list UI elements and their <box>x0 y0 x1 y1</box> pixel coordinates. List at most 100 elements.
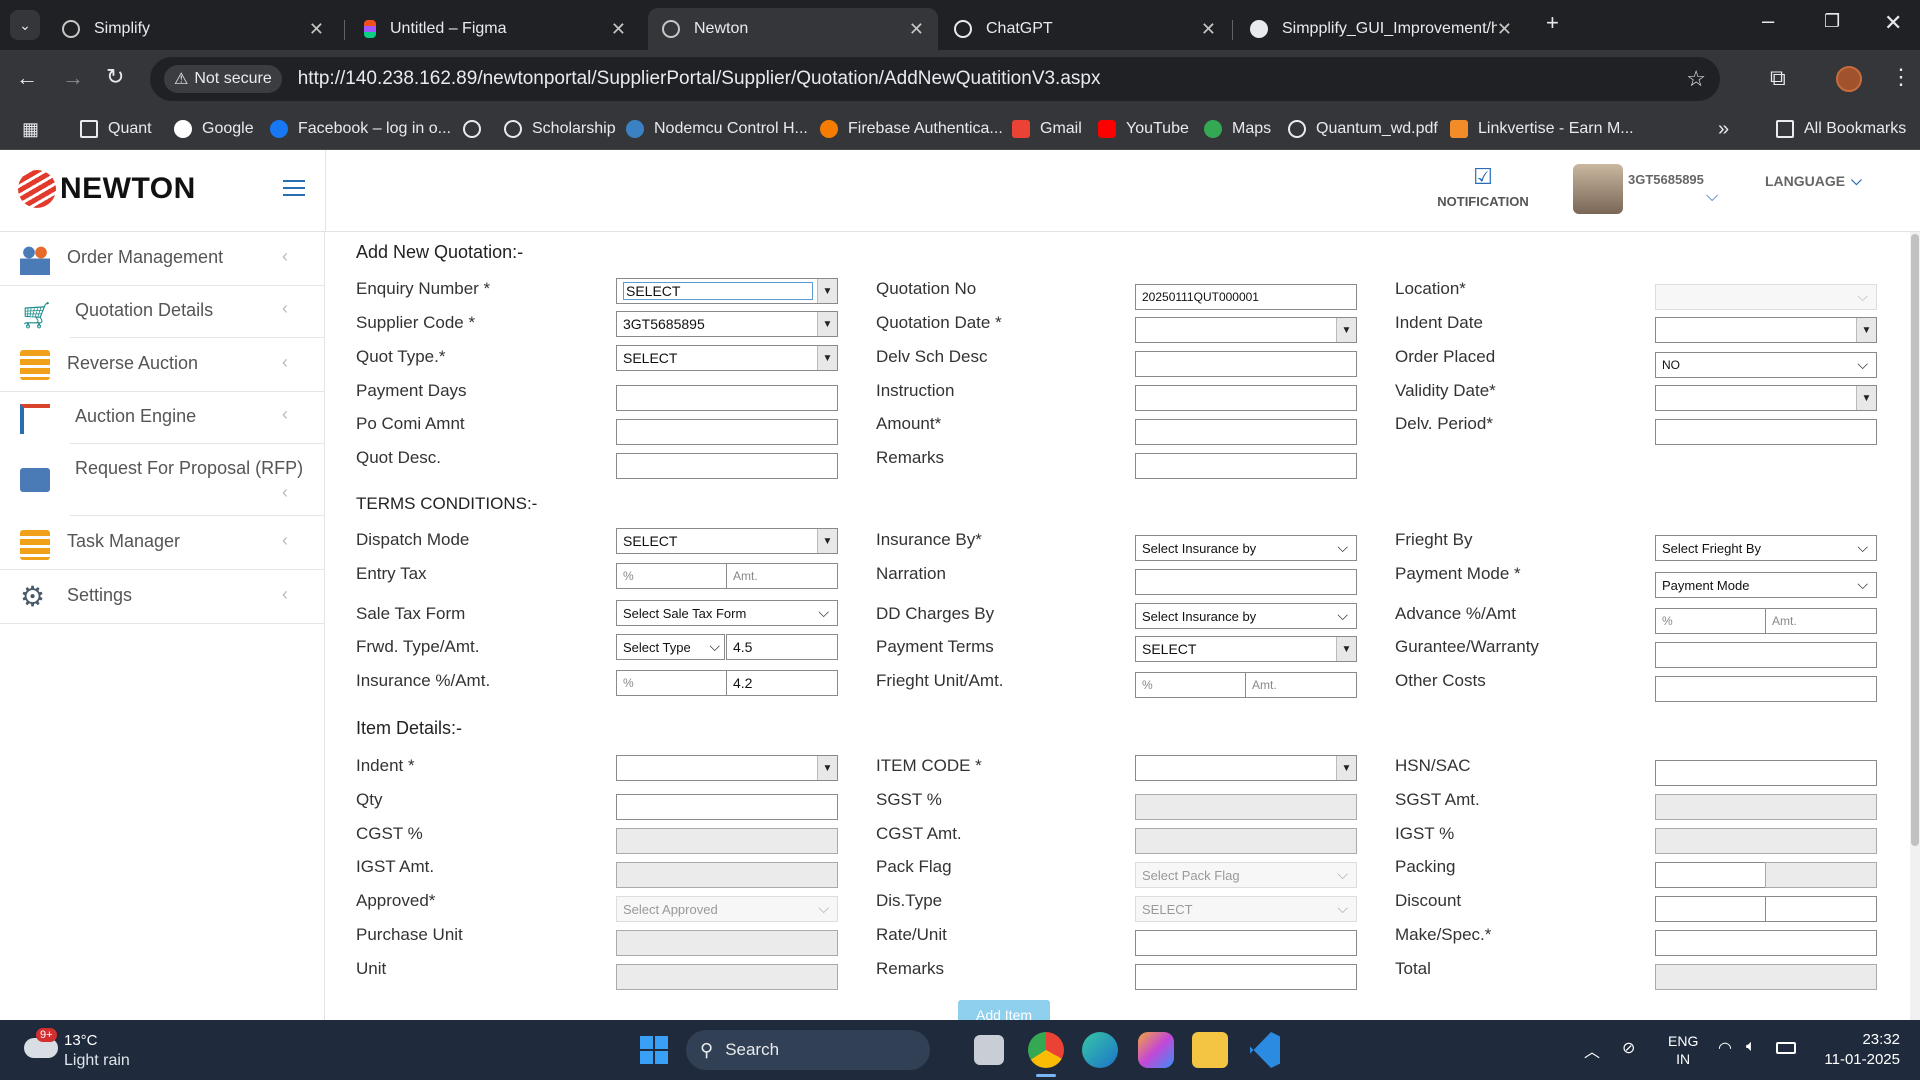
bookmark-firebase[interactable]: Firebase Authentica... <box>820 117 1003 141</box>
chrome-taskbar-icon[interactable] <box>1028 1032 1064 1068</box>
insurance-amt-field[interactable]: 4.2 <box>726 670 838 696</box>
battery-icon[interactable] <box>1776 1042 1796 1054</box>
language-dropdown[interactable]: LANGUAGE ⌵ <box>1765 172 1862 189</box>
bookmark-scholarship[interactable]: Scholarship <box>504 117 616 141</box>
total-field[interactable] <box>1655 964 1877 990</box>
tray-chevron-icon[interactable]: ︿ <box>1584 1038 1600 1062</box>
user-avatar[interactable] <box>1573 164 1623 214</box>
other-costs-field[interactable] <box>1655 676 1877 702</box>
unit-field[interactable] <box>616 964 838 990</box>
indent-date-picker[interactable]: ▼ <box>1655 317 1877 343</box>
qty-field[interactable] <box>616 794 838 820</box>
reload-icon[interactable]: ↻ <box>106 66 124 88</box>
bookmark-quant[interactable]: Quant <box>80 117 152 141</box>
tab-newton[interactable]: Newton ✕ <box>648 8 938 50</box>
bookmark-youtube[interactable]: YouTube <box>1098 117 1189 141</box>
bookmark-linkvertise[interactable]: Linkvertise - Earn M... <box>1450 117 1634 141</box>
clock[interactable]: 23:32 11-01-2025 <box>1810 1030 1900 1070</box>
frwd-amt-field[interactable]: 4.5 <box>726 634 838 660</box>
bookmark-gmail[interactable]: Gmail <box>1012 117 1082 141</box>
remarks-field[interactable] <box>1135 453 1357 479</box>
supplier-code-select[interactable]: 3GT5685895 ▼ <box>616 311 838 337</box>
narration-field[interactable] <box>1135 569 1357 595</box>
po-comi-amnt-field[interactable] <box>616 419 838 445</box>
sidebar-item-auction-engine[interactable]: Auction Engine ‹ <box>0 392 325 444</box>
igst-amt-field[interactable] <box>616 862 838 888</box>
insurance-by-select[interactable]: Select Insurance by ⌵ <box>1135 535 1357 561</box>
approved-select[interactable]: Select Approved ⌵ <box>616 896 838 922</box>
close-icon[interactable]: ✕ <box>309 19 324 40</box>
taskbar-search[interactable]: ⚲ Search <box>686 1030 930 1070</box>
dd-charges-select[interactable]: Select Insurance by ⌵ <box>1135 603 1357 629</box>
scrollbar-thumb[interactable] <box>1911 234 1919 846</box>
indent-select[interactable]: ▼ <box>616 755 838 781</box>
language-indicator[interactable]: ENG IN <box>1668 1032 1698 1068</box>
discount-field[interactable] <box>1655 896 1766 922</box>
quotation-date-picker[interactable]: ▼ <box>1135 317 1357 343</box>
weather-widget[interactable]: 9+ 13°C Light rain <box>20 1028 160 1072</box>
purchase-unit-field[interactable] <box>616 930 838 956</box>
location-select[interactable]: ⌵ <box>1655 284 1877 310</box>
frwd-type-select[interactable]: Select Type ⌵ <box>616 634 725 660</box>
insurance-pct-field[interactable]: % <box>616 670 727 696</box>
entry-tax-pct-field[interactable]: % <box>616 563 727 589</box>
apps-icon[interactable]: ▦ <box>22 117 39 141</box>
tab-github[interactable]: Simpplify_GUI_Improvement/ht ✕ <box>1236 8 1526 50</box>
sidebar-item-order-management[interactable]: Order Management ‹ <box>0 232 325 286</box>
tab-figma[interactable]: Untitled – Figma ✕ <box>350 8 640 50</box>
bookmark-quantum[interactable]: Quantum_wd.pdf <box>1288 117 1438 141</box>
vscode-icon[interactable] <box>1250 1032 1280 1068</box>
sidebar-item-reverse-auction[interactable]: Reverse Auction ‹ <box>0 338 325 392</box>
make-spec-field[interactable] <box>1655 930 1877 956</box>
address-bar[interactable]: ⚠ Not secure http://140.238.162.89/newto… <box>150 57 1720 101</box>
igst-pct-field[interactable] <box>1655 828 1877 854</box>
bookmark-nodemcu[interactable]: Nodemcu Control H... <box>626 117 808 141</box>
frieght-unit-field[interactable]: % <box>1135 672 1246 698</box>
quotation-no-field[interactable]: 20250111QUT000001 <box>1135 284 1357 310</box>
close-icon[interactable]: ✕ <box>1497 19 1512 40</box>
windows-start-icon[interactable] <box>640 1036 668 1064</box>
bookmark-globe[interactable] <box>463 117 491 141</box>
frieght-amt-field[interactable]: Amt. <box>1245 672 1357 698</box>
item-remarks-field[interactable] <box>1135 964 1357 990</box>
bookmark-facebook[interactable]: Facebook – log in o... <box>270 117 451 141</box>
back-icon[interactable]: ← <box>16 67 38 89</box>
notification-button[interactable]: ☑ NOTIFICATION <box>1428 164 1538 209</box>
payment-days-field[interactable] <box>616 385 838 411</box>
tab-simplify[interactable]: Simplify ✕ <box>48 8 338 50</box>
minimize-icon[interactable]: – <box>1762 10 1774 32</box>
gurantee-field[interactable] <box>1655 642 1877 668</box>
edge-icon[interactable] <box>1082 1032 1118 1068</box>
rate-unit-field[interactable] <box>1135 930 1357 956</box>
delv-sch-desc-field[interactable] <box>1135 351 1357 377</box>
packing-field[interactable] <box>1655 862 1766 888</box>
wifi-icon[interactable]: ◠ <box>1718 1038 1732 1058</box>
enquiry-number-select[interactable]: SELECT ▼ <box>616 278 838 304</box>
hamburger-menu-icon[interactable] <box>283 180 305 196</box>
discount-amt-field[interactable] <box>1765 896 1877 922</box>
menu-dots-icon[interactable]: ⋮ <box>1890 66 1912 88</box>
restore-icon[interactable]: ❐ <box>1824 12 1840 30</box>
forward-icon[interactable]: → <box>62 67 84 89</box>
quot-desc-field[interactable] <box>616 453 838 479</box>
packing-amt-field[interactable] <box>1765 862 1877 888</box>
cgst-pct-field[interactable] <box>616 828 838 854</box>
entry-tax-amt-field[interactable]: Amt. <box>726 563 838 589</box>
extensions-icon[interactable]: ⧉ <box>1770 67 1786 89</box>
dispatch-mode-select[interactable]: SELECT ▼ <box>616 528 838 554</box>
sale-tax-form-select[interactable]: Select Sale Tax Form ⌵ <box>616 600 838 626</box>
new-tab-icon[interactable]: + <box>1546 12 1559 34</box>
tab-chatgpt[interactable]: ChatGPT ✕ <box>940 8 1230 50</box>
copilot-icon[interactable] <box>1138 1032 1174 1068</box>
pack-flag-select[interactable]: Select Pack Flag ⌵ <box>1135 862 1357 888</box>
tab-search-icon[interactable]: ⌄ <box>10 10 40 40</box>
cgst-amt-field[interactable] <box>1135 828 1357 854</box>
quot-type-select[interactable]: SELECT ▼ <box>616 345 838 371</box>
item-code-select[interactable]: ▼ <box>1135 755 1357 781</box>
all-bookmarks[interactable]: All Bookmarks <box>1776 117 1906 141</box>
close-window-icon[interactable]: ✕ <box>1884 12 1902 34</box>
file-explorer-icon[interactable] <box>1192 1032 1228 1068</box>
user-chevron-down-icon[interactable]: ⌵ <box>1706 188 1718 206</box>
advance-amt-field[interactable]: Amt. <box>1765 608 1877 634</box>
validity-date-picker[interactable]: ▼ <box>1655 385 1877 411</box>
